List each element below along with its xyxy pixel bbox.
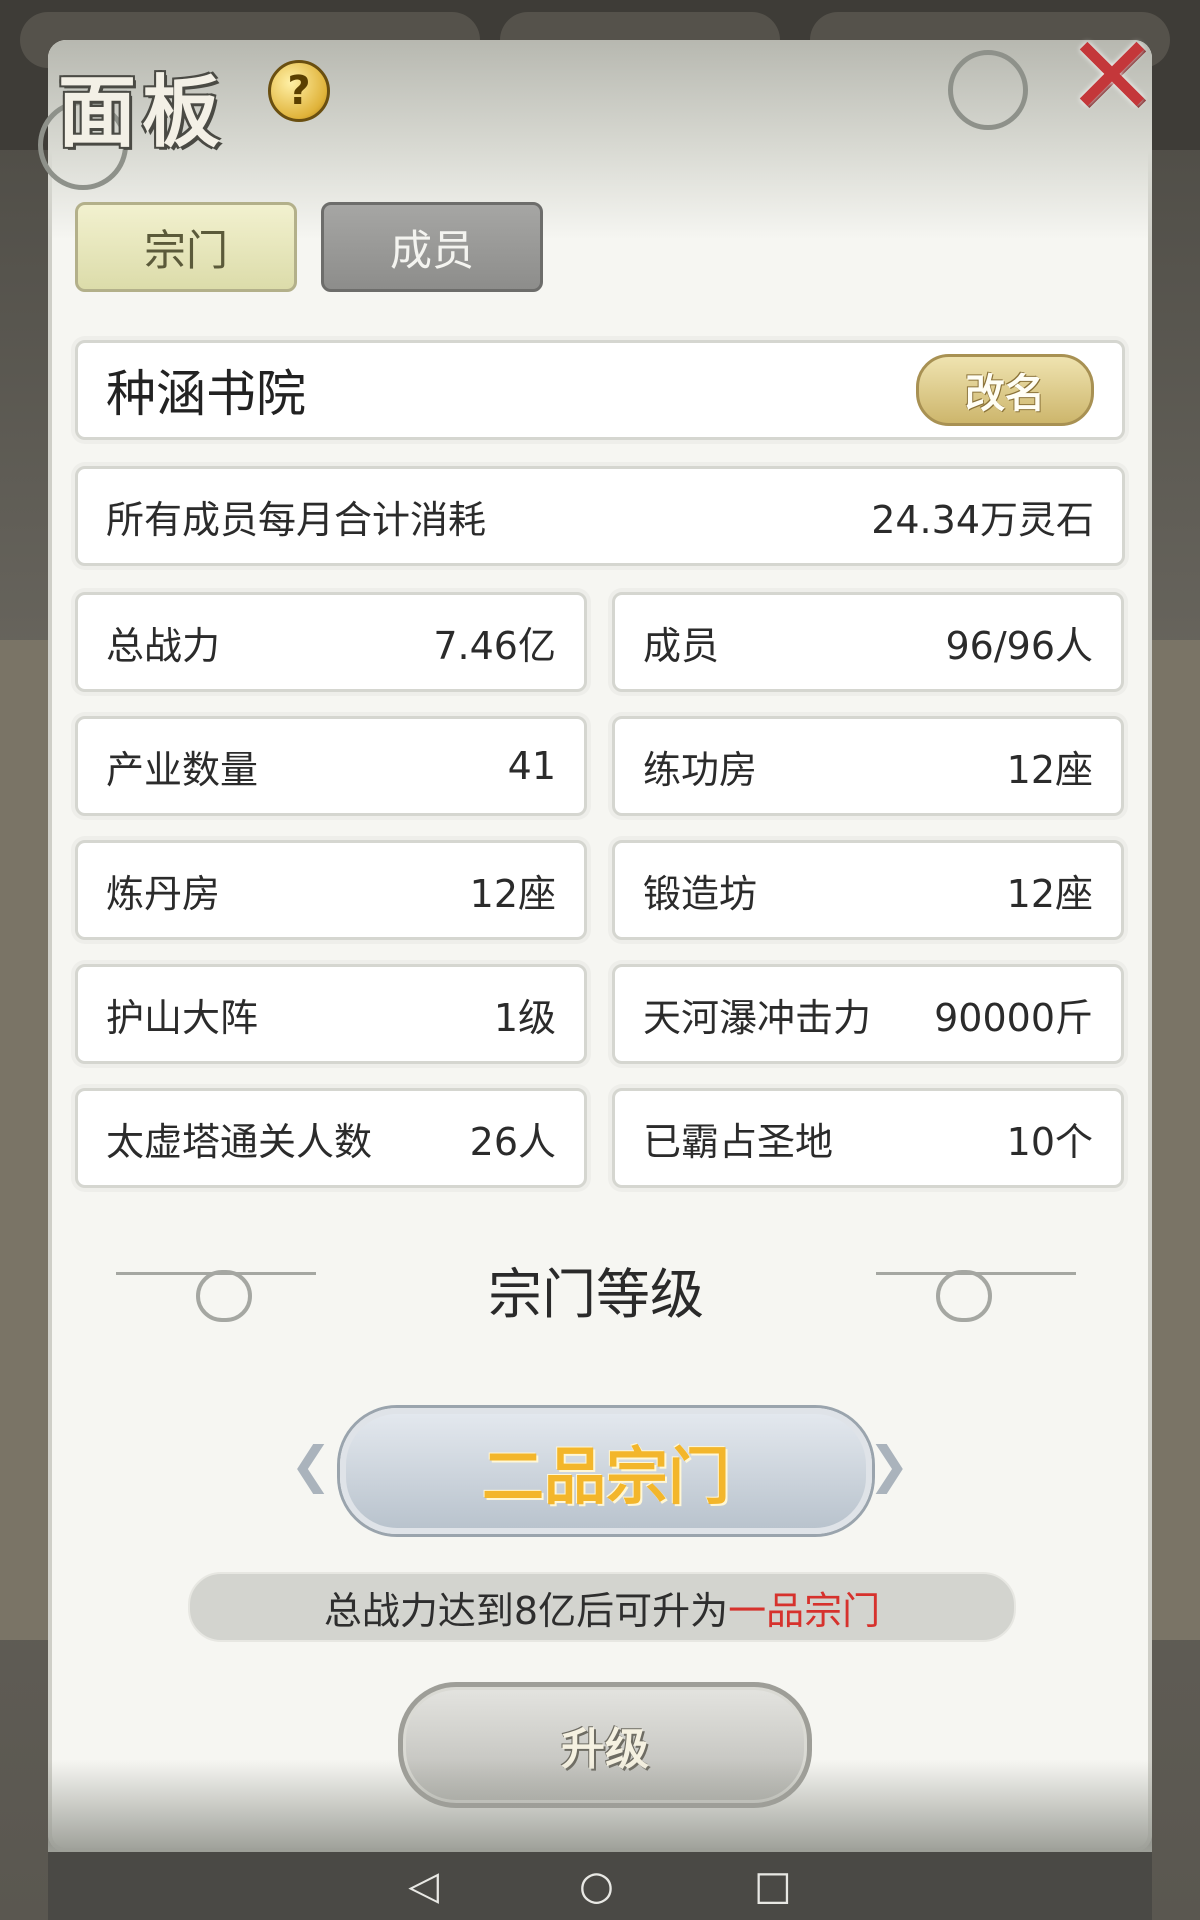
- stat-members: 成员 96/96人: [612, 592, 1124, 692]
- rank-badge-wrapper: ❮ 二品宗门 ❯: [290, 1400, 910, 1534]
- stat-value: 1级: [493, 995, 556, 1040]
- nav-recents-icon[interactable]: □: [754, 1866, 792, 1906]
- current-rank-badge: 二品宗门: [340, 1408, 872, 1534]
- consumption-value: 24.34万灵石: [871, 497, 1094, 542]
- stat-value: 26人: [469, 1119, 556, 1164]
- stat-value: 90000斤: [934, 995, 1093, 1040]
- stat-label: 总战力: [106, 623, 221, 668]
- stat-value: 96/96人: [945, 623, 1093, 668]
- stat-label: 炼丹房: [106, 871, 221, 916]
- stat-value: 12座: [1006, 747, 1093, 792]
- wing-right-decoration: ❯: [868, 1436, 910, 1494]
- cloud-swirl-decoration: [948, 50, 1028, 130]
- close-icon[interactable]: ✕: [1064, 21, 1160, 131]
- requirement-text: 总战力达到8亿后可升为: [323, 1588, 729, 1633]
- stat-value: 12座: [1006, 871, 1093, 916]
- stat-value: 41: [507, 744, 556, 788]
- nav-home-icon[interactable]: ○: [579, 1866, 614, 1906]
- stat-tower-clears: 太虚塔通关人数 26人: [75, 1088, 587, 1188]
- consumption-label: 所有成员每月合计消耗: [106, 497, 487, 542]
- stat-waterfall-impact: 天河瀑冲击力 90000斤: [612, 964, 1124, 1064]
- stat-industry-count: 产业数量 41: [75, 716, 587, 816]
- tab-members[interactable]: 成员: [321, 202, 543, 292]
- stat-value: 12座: [469, 871, 556, 916]
- sect-name-row: 种涵书院 改名: [75, 340, 1125, 440]
- tab-sect[interactable]: 宗门: [75, 202, 297, 292]
- system-nav-bar: ◁ ○ □: [48, 1852, 1152, 1920]
- level-section-title: 宗门等级: [488, 1263, 704, 1326]
- stat-value: 10个: [1006, 1119, 1093, 1164]
- panel-bottom-cloud-decoration: [48, 1760, 1152, 1852]
- stat-value: 7.46亿: [433, 623, 556, 668]
- stat-mountain-array: 护山大阵 1级: [75, 964, 587, 1064]
- upgrade-requirement-bar: 总战力达到8亿后可升为 一品宗门: [188, 1572, 1016, 1642]
- stat-label: 成员: [643, 623, 720, 668]
- stat-label: 天河瀑冲击力: [643, 995, 872, 1040]
- stat-forge: 锻造坊 12座: [612, 840, 1124, 940]
- panel-title: 面板: [58, 67, 227, 158]
- stat-holy-lands: 已霸占圣地 10个: [612, 1088, 1124, 1188]
- stat-label: 太虚塔通关人数: [106, 1119, 373, 1164]
- monthly-consumption-row: 所有成员每月合计消耗 24.34万灵石: [75, 466, 1125, 566]
- stat-total-power: 总战力 7.46亿: [75, 592, 587, 692]
- question-icon[interactable]: ?: [268, 60, 330, 122]
- stat-label: 产业数量: [106, 747, 259, 792]
- nav-back-icon[interactable]: ◁: [408, 1866, 439, 1906]
- stat-label: 锻造坊: [643, 871, 758, 916]
- stat-label: 护山大阵: [106, 995, 259, 1040]
- stat-alchemy-room: 炼丹房 12座: [75, 840, 587, 940]
- sect-name: 种涵书院: [106, 365, 306, 423]
- level-section-header: 宗门等级: [96, 1250, 1096, 1340]
- stat-label: 已霸占圣地: [643, 1119, 834, 1164]
- stat-training-room: 练功房 12座: [612, 716, 1124, 816]
- stat-label: 练功房: [643, 747, 758, 792]
- requirement-target-rank: 一品宗门: [728, 1588, 881, 1633]
- rename-button[interactable]: 改名: [916, 354, 1094, 426]
